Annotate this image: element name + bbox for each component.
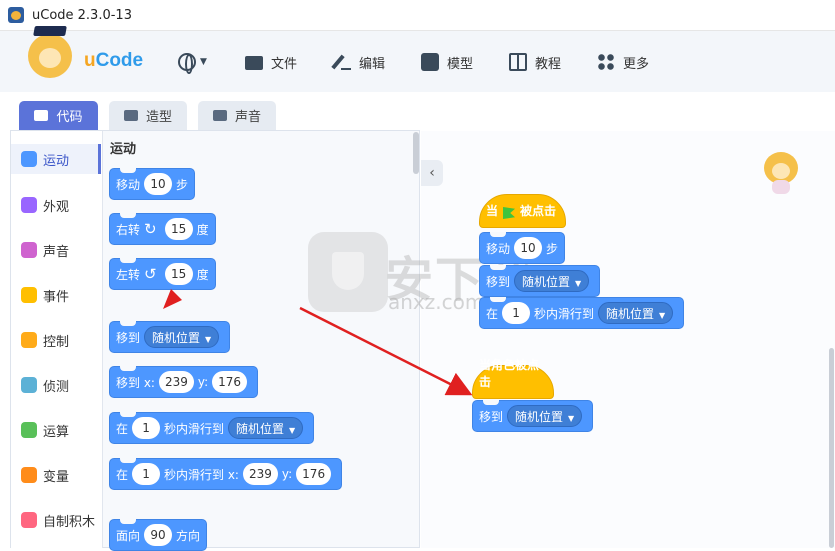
annotation-arrows	[163, 289, 473, 396]
arrow-to-turn-left	[163, 289, 182, 309]
arrow-to-script	[299, 306, 473, 396]
